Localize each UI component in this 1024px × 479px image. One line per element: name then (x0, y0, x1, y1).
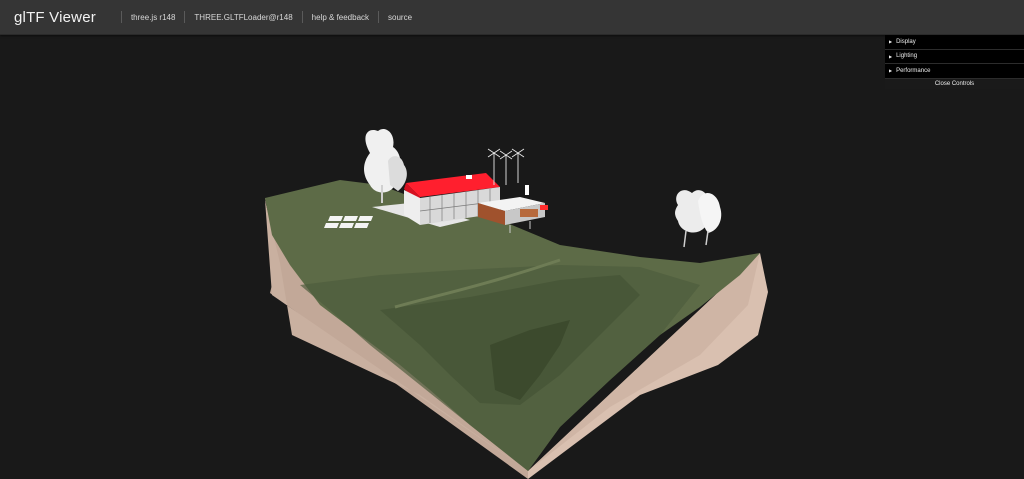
folder-performance[interactable]: ▶ Performance (885, 64, 1024, 79)
nav-divider (301, 11, 303, 23)
folder-label: Display (896, 38, 916, 45)
nav-link-label: source (388, 12, 413, 22)
nav-link-threejs[interactable]: three.js r148 (112, 0, 175, 35)
scene-render[interactable] (0, 35, 1024, 479)
nav-link-source[interactable]: source (369, 0, 412, 35)
caret-right-icon: ▶ (889, 68, 893, 74)
folder-display[interactable]: ▶ Display (885, 35, 1024, 50)
nav-link-help-feedback[interactable]: help & feedback (293, 0, 369, 35)
folder-lighting[interactable]: ▶ Lighting (885, 50, 1024, 64)
nav-link-gltfloader[interactable]: THREE.GLTFLoader@r148 (175, 0, 293, 35)
controls-panel: ▶ Display ▶ Lighting ▶ Performance Close… (885, 35, 1024, 89)
tree-right (675, 190, 722, 248)
caret-right-icon: ▶ (889, 39, 893, 45)
nav-link-label: THREE.GLTFLoader@r148 (194, 12, 293, 22)
app-title: glTF Viewer (14, 8, 96, 26)
folder-label: Lighting (896, 53, 918, 60)
nav-divider (378, 11, 380, 23)
chimney (525, 185, 529, 195)
caret-right-icon: ▶ (889, 53, 893, 59)
nav-link-label: help & feedback (311, 12, 370, 22)
nav-link-label: three.js r148 (130, 12, 176, 22)
nav-divider (184, 11, 186, 23)
model-viewport[interactable] (0, 35, 1024, 479)
top-bar: glTF Viewer three.js r148 THREE.GLTFLoad… (0, 0, 1024, 35)
nav-divider (120, 11, 122, 23)
folder-label: Performance (896, 67, 931, 74)
close-controls-button[interactable]: Close Controls (885, 78, 1024, 89)
wind-turbines (487, 148, 525, 185)
